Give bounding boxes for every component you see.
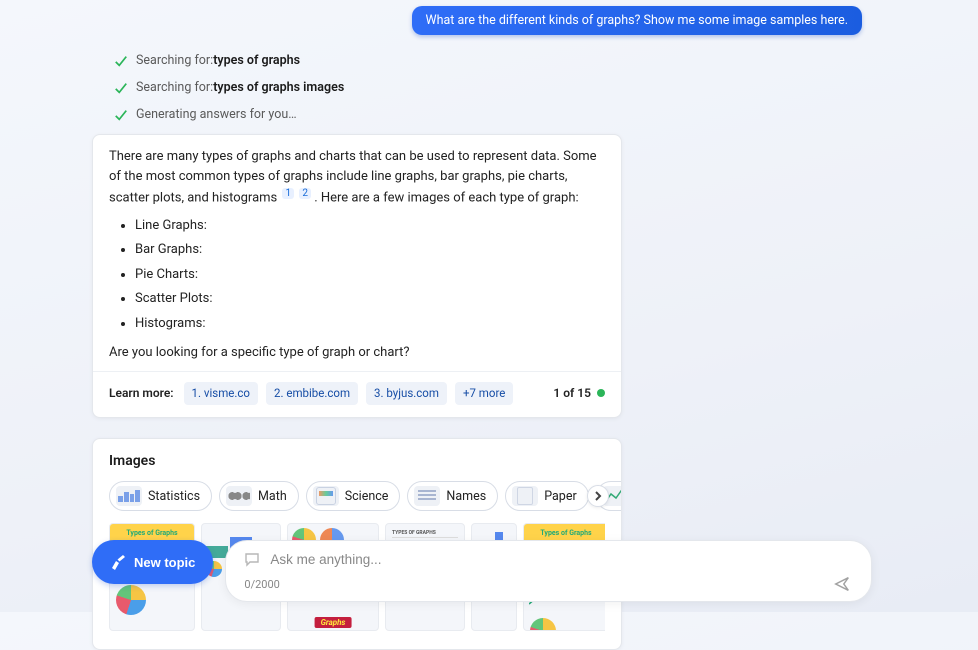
- check-icon: [114, 81, 128, 95]
- check-icon: [114, 54, 128, 68]
- filter-chip-science[interactable]: Science: [306, 481, 401, 511]
- filter-chip-math[interactable]: Math: [219, 481, 299, 511]
- reference-chip[interactable]: +7 more: [455, 382, 513, 405]
- send-button[interactable]: [831, 573, 853, 595]
- progress-item: Searching for: types of graphs: [114, 53, 872, 68]
- chip-thumb-icon: [226, 486, 252, 506]
- chip-thumb-icon: [116, 486, 142, 506]
- broom-icon: [110, 554, 126, 570]
- images-title: Images: [109, 453, 605, 469]
- user-message: What are the different kinds of graphs? …: [412, 6, 863, 35]
- list-item: Scatter Plots:: [135, 289, 605, 309]
- answer-list: Line Graphs: Bar Graphs: Pie Charts: Sca…: [135, 216, 605, 334]
- scroll-next-button[interactable]: [587, 485, 609, 507]
- compose-box[interactable]: 0/2000: [225, 540, 872, 602]
- reference-chip[interactable]: 1. visme.co: [184, 382, 258, 405]
- new-topic-button[interactable]: New topic: [92, 540, 213, 584]
- citation[interactable]: 1: [282, 188, 294, 199]
- char-counter: 0/2000: [244, 578, 279, 591]
- filter-chip-paper[interactable]: Paper: [505, 481, 589, 511]
- progress-list: Searching for: types of graphs Searching…: [114, 53, 872, 122]
- reference-chip[interactable]: 3. byjus.com: [366, 382, 447, 405]
- progress-item: Generating answers for you…: [114, 107, 872, 122]
- list-item: Bar Graphs:: [135, 240, 605, 260]
- learn-more-label: Learn more:: [109, 384, 174, 402]
- chat-icon: [244, 551, 260, 567]
- filter-chip-statistics[interactable]: Statistics: [109, 481, 212, 511]
- filter-row: Statistics Math Science Names Paper Line: [109, 481, 605, 511]
- progress-item: Searching for: types of graphs images: [114, 80, 872, 95]
- status-dot: [597, 389, 605, 397]
- reference-chip[interactable]: 2. embibe.com: [266, 382, 358, 405]
- answer-intro: There are many types of graphs and chart…: [109, 147, 605, 208]
- chip-thumb-icon: [414, 486, 440, 506]
- list-item: Line Graphs:: [135, 216, 605, 236]
- answer-card: There are many types of graphs and chart…: [92, 134, 622, 418]
- list-item: Pie Charts:: [135, 265, 605, 285]
- graphs-badge: Graphs: [315, 617, 352, 628]
- message-input[interactable]: [270, 552, 853, 567]
- check-icon: [114, 108, 128, 122]
- response-counter[interactable]: 1 of 15: [553, 384, 605, 402]
- citation[interactable]: 2: [299, 188, 311, 199]
- list-item: Histograms:: [135, 314, 605, 334]
- chip-thumb-icon: [313, 486, 339, 506]
- filter-chip-names[interactable]: Names: [407, 481, 498, 511]
- chip-thumb-icon: [512, 486, 538, 506]
- answer-closing: Are you looking for a specific type of g…: [109, 343, 605, 363]
